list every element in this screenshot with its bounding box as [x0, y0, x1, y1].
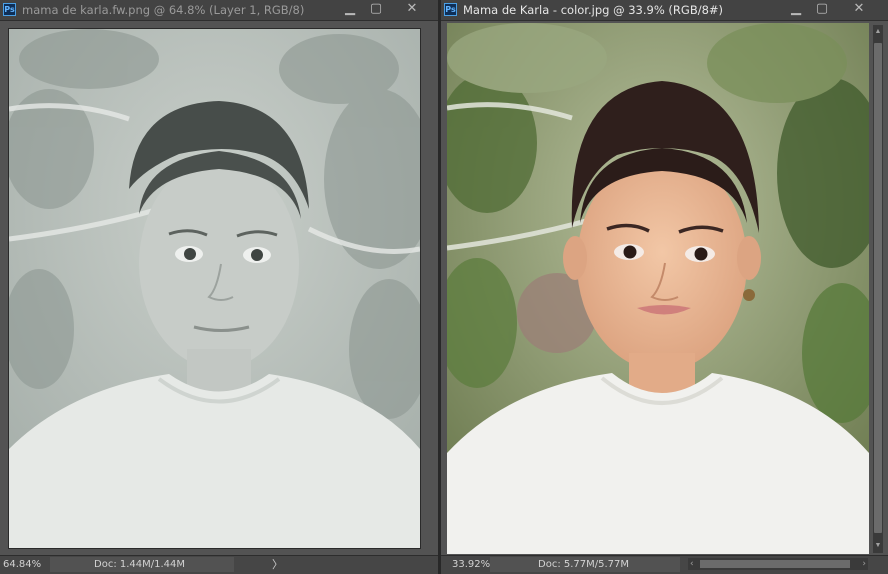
document-title: mama de karla.fw.png @ 64.8% (Layer 1, R…: [22, 3, 305, 17]
status-bar: 64.84% Doc: 1.44M/1.44M 〉: [0, 555, 438, 574]
scroll-right-icon[interactable]: ›: [862, 558, 866, 570]
zoom-level[interactable]: 64.84%: [3, 558, 43, 571]
scroll-left-icon[interactable]: ‹: [690, 558, 694, 570]
image-canvas-grayscale[interactable]: [8, 28, 421, 549]
vertical-scrollbar[interactable]: ▲ ▼: [873, 25, 883, 553]
document-window-grayscale[interactable]: Ps mama de karla.fw.png @ 64.8% (Layer 1…: [0, 0, 438, 574]
zoom-level[interactable]: 33.92%: [452, 558, 492, 571]
maximize-button[interactable]: ▢: [366, 1, 386, 18]
image-canvas-color[interactable]: [447, 23, 869, 554]
status-menu-arrow-icon[interactable]: 〉: [272, 558, 283, 572]
close-button[interactable]: ✕: [849, 1, 869, 18]
document-title: Mama de Karla - color.jpg @ 33.9% (RGB/8…: [463, 3, 724, 17]
colorized-photo: [447, 23, 869, 554]
scroll-down-icon[interactable]: ▼: [873, 541, 883, 551]
doc-info-box[interactable]: Doc: 1.44M/1.44M 〉: [50, 557, 283, 572]
vertical-scroll-thumb[interactable]: [874, 43, 882, 533]
horizontal-scrollbar[interactable]: ‹ ›: [688, 558, 868, 570]
photoshop-icon: Ps: [444, 3, 457, 16]
maximize-button[interactable]: ▢: [812, 1, 832, 18]
minimize-button[interactable]: ▁: [786, 1, 806, 18]
minimize-button[interactable]: ▁: [340, 1, 360, 18]
scroll-up-icon[interactable]: ▲: [873, 27, 883, 37]
status-bar: 33.92% Doc: 5.77M/5.77M 〉 ‹ ›: [441, 555, 888, 574]
doc-size: Doc: 1.44M/1.44M: [94, 559, 186, 570]
doc-info-box[interactable]: Doc: 5.77M/5.77M 〉: [490, 557, 727, 572]
doc-size: Doc: 5.77M/5.77M: [538, 559, 630, 570]
title-bar[interactable]: Ps mama de karla.fw.png @ 64.8% (Layer 1…: [0, 0, 438, 21]
document-window-color[interactable]: Ps Mama de Karla - color.jpg @ 33.9% (RG…: [441, 0, 888, 574]
title-bar[interactable]: Ps Mama de Karla - color.jpg @ 33.9% (RG…: [441, 0, 888, 21]
grayscale-photo: [9, 29, 420, 548]
horizontal-scroll-thumb[interactable]: [700, 560, 850, 568]
close-button[interactable]: ✕: [402, 1, 422, 18]
photoshop-icon: Ps: [3, 3, 16, 16]
